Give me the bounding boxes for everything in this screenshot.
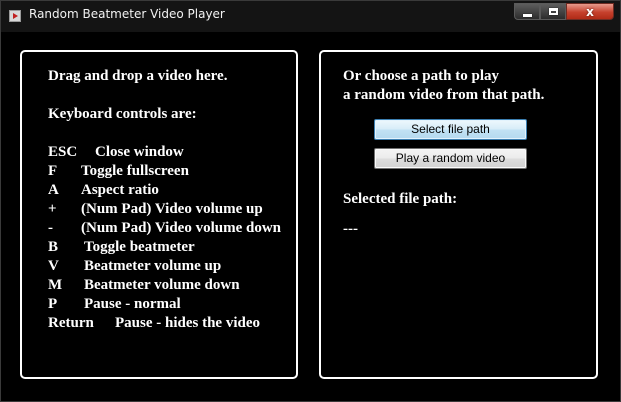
control-key: Return — [48, 315, 94, 331]
control-action: Pause - normal — [84, 296, 181, 312]
window-title: Random Beatmeter Video Player — [29, 7, 225, 21]
keyboard-controls-heading: Keyboard controls are: — [48, 106, 197, 122]
control-action: Aspect ratio — [81, 182, 159, 198]
control-action: Pause - hides the video — [115, 315, 261, 331]
control-action: Toggle beatmeter — [84, 239, 195, 255]
control-key: ESC — [48, 144, 78, 160]
control-action: Beatmeter volume down — [84, 277, 240, 293]
minimize-icon — [522, 13, 532, 17]
close-icon: x — [586, 4, 594, 19]
drop-zone-panel[interactable]: Drag and drop a video here. Keyboard con… — [20, 50, 298, 379]
play-random-video-button[interactable]: Play a random video — [374, 148, 527, 169]
control-action: Toggle fullscreen — [81, 163, 189, 179]
control-key: F — [48, 163, 58, 179]
path-prompt-line-1: Or choose a path to play — [343, 68, 499, 84]
path-selection-panel: Or choose a path to play a random video … — [319, 50, 598, 379]
control-key: V — [48, 258, 59, 274]
control-action: Beatmeter volume up — [84, 258, 222, 274]
control-key: M — [48, 277, 63, 293]
control-key: B — [48, 239, 59, 255]
control-key: + — [48, 201, 57, 217]
select-file-path-button[interactable]: Select file path — [374, 119, 527, 140]
maximize-icon — [548, 8, 558, 15]
minimize-button[interactable] — [514, 3, 540, 20]
video-player-icon[interactable] — [9, 10, 21, 22]
control-action: (Num Pad) Video volume down — [81, 220, 282, 236]
control-key: A — [48, 182, 59, 198]
drag-drop-instruction: Drag and drop a video here. — [48, 68, 228, 84]
maximize-button[interactable] — [540, 3, 566, 20]
selected-path-label: Selected file path: — [343, 191, 458, 207]
selected-path-value: --- — [343, 221, 358, 237]
path-prompt-line-2: a random video from that path. — [343, 87, 545, 103]
close-button[interactable]: x — [566, 3, 614, 20]
control-action: (Num Pad) Video volume up — [81, 201, 263, 217]
title-bar[interactable]: Random Beatmeter Video Player x — [1, 1, 620, 32]
control-action: Close window — [95, 144, 184, 160]
app-window: Random Beatmeter Video Player x Drag and… — [0, 0, 621, 402]
control-key: P — [48, 296, 58, 312]
control-key: - — [48, 220, 53, 236]
